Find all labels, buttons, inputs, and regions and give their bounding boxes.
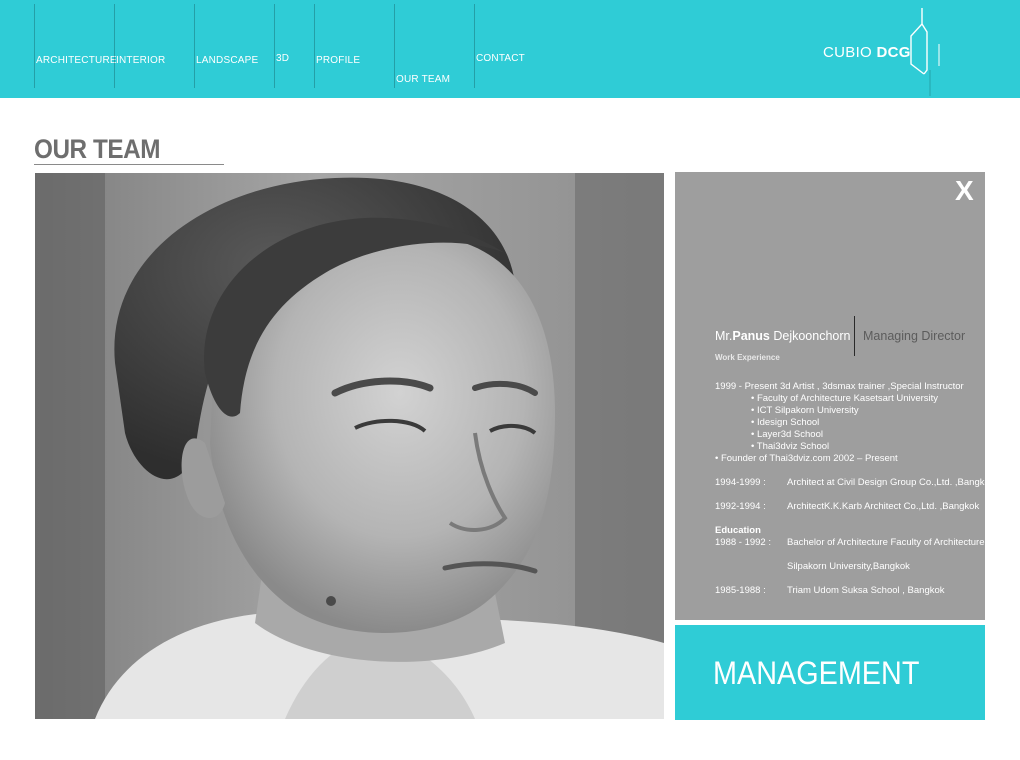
cv-line: • Layer3d School [751,429,823,440]
cv-line: • Thai3dviz School [751,441,830,452]
cv-line: • Faculty of Architecture Kasetsart Univ… [751,393,939,404]
brand-logo[interactable]: CUBIO DCG [823,44,911,61]
cv-entry: Architect at Civil Design Group Co.,Ltd.… [787,477,995,488]
cv-line: • Founder of Thai3dviz.com 2002 – Presen… [715,453,898,464]
nav-item-label: 3D [276,53,290,64]
nav-item-label: LANDSCAPE [196,55,259,66]
member-position: Managing Director [863,329,966,343]
education-label: Education [715,525,761,536]
cv-entry: Bachelor of Architecture Faculty of Arch… [787,537,985,548]
name-last: Dejkoonchorn [769,329,851,343]
cv-date: 1985-1988 : [715,585,766,596]
cv-entry: ArchitectK.K.Karb Architect Co.,Ltd. ,Ba… [787,501,980,512]
top-navigation-bar: ARCHITECTURE INTERIOR LANDSCAPE 3D PROFI… [0,0,1020,98]
cv-date: 1992-1994 : [715,501,766,512]
page-title: OUR TEAM [34,134,160,164]
work-experience-label: Work Experience [715,353,780,362]
nav-item-our-team[interactable]: OUR TEAM [394,4,474,88]
team-member-portrait [35,173,664,719]
nav-item-label: ARCHITECTURE [36,55,117,66]
nav-item-profile[interactable]: PROFILE [314,4,394,88]
logo-mark-icon [910,8,940,96]
name-divider [854,316,855,356]
nav-item-label: OUR TEAM [396,74,451,85]
member-name: Mr.Panus Dejkoonchorn [715,329,850,343]
cv-date: 1988 - 1992 : [715,537,771,548]
management-label: MANAGEMENT [713,655,920,691]
nav-item-label: CONTACT [476,53,525,64]
nav-item-label: INTERIOR [116,55,166,66]
cv-line: • Idesign School [751,417,820,428]
management-section-button[interactable]: MANAGEMENT [675,625,985,720]
nav-item-interior[interactable]: INTERIOR [114,4,194,88]
close-button[interactable]: X [955,176,974,206]
name-prefix: Mr. [715,329,733,343]
nav-item-landscape[interactable]: LANDSCAPE [194,4,274,88]
nav-item-architecture[interactable]: ARCHITECTURE [34,4,117,88]
cv-date: 1994-1999 : [715,477,766,488]
nav-item-label: PROFILE [316,55,361,66]
cv-line: • ICT Silpakorn University [751,405,859,416]
logo-text-light: CUBIO [823,44,877,61]
member-info-panel: X Mr.Panus Dejkoonchorn Managing Directo… [675,172,995,620]
title-underline [34,164,224,165]
nav-item-contact[interactable]: CONTACT [474,4,554,88]
nav-item-3d[interactable]: 3D [274,4,314,88]
cv-entry: Triam Udom Suksa School , Bangkok [787,585,945,596]
name-first: Panus [732,329,770,343]
cv-line: 1999 - Present 3d Artist , 3dsmax traine… [715,381,964,392]
cv-entry: Silpakorn University,Bangkok [787,561,910,572]
